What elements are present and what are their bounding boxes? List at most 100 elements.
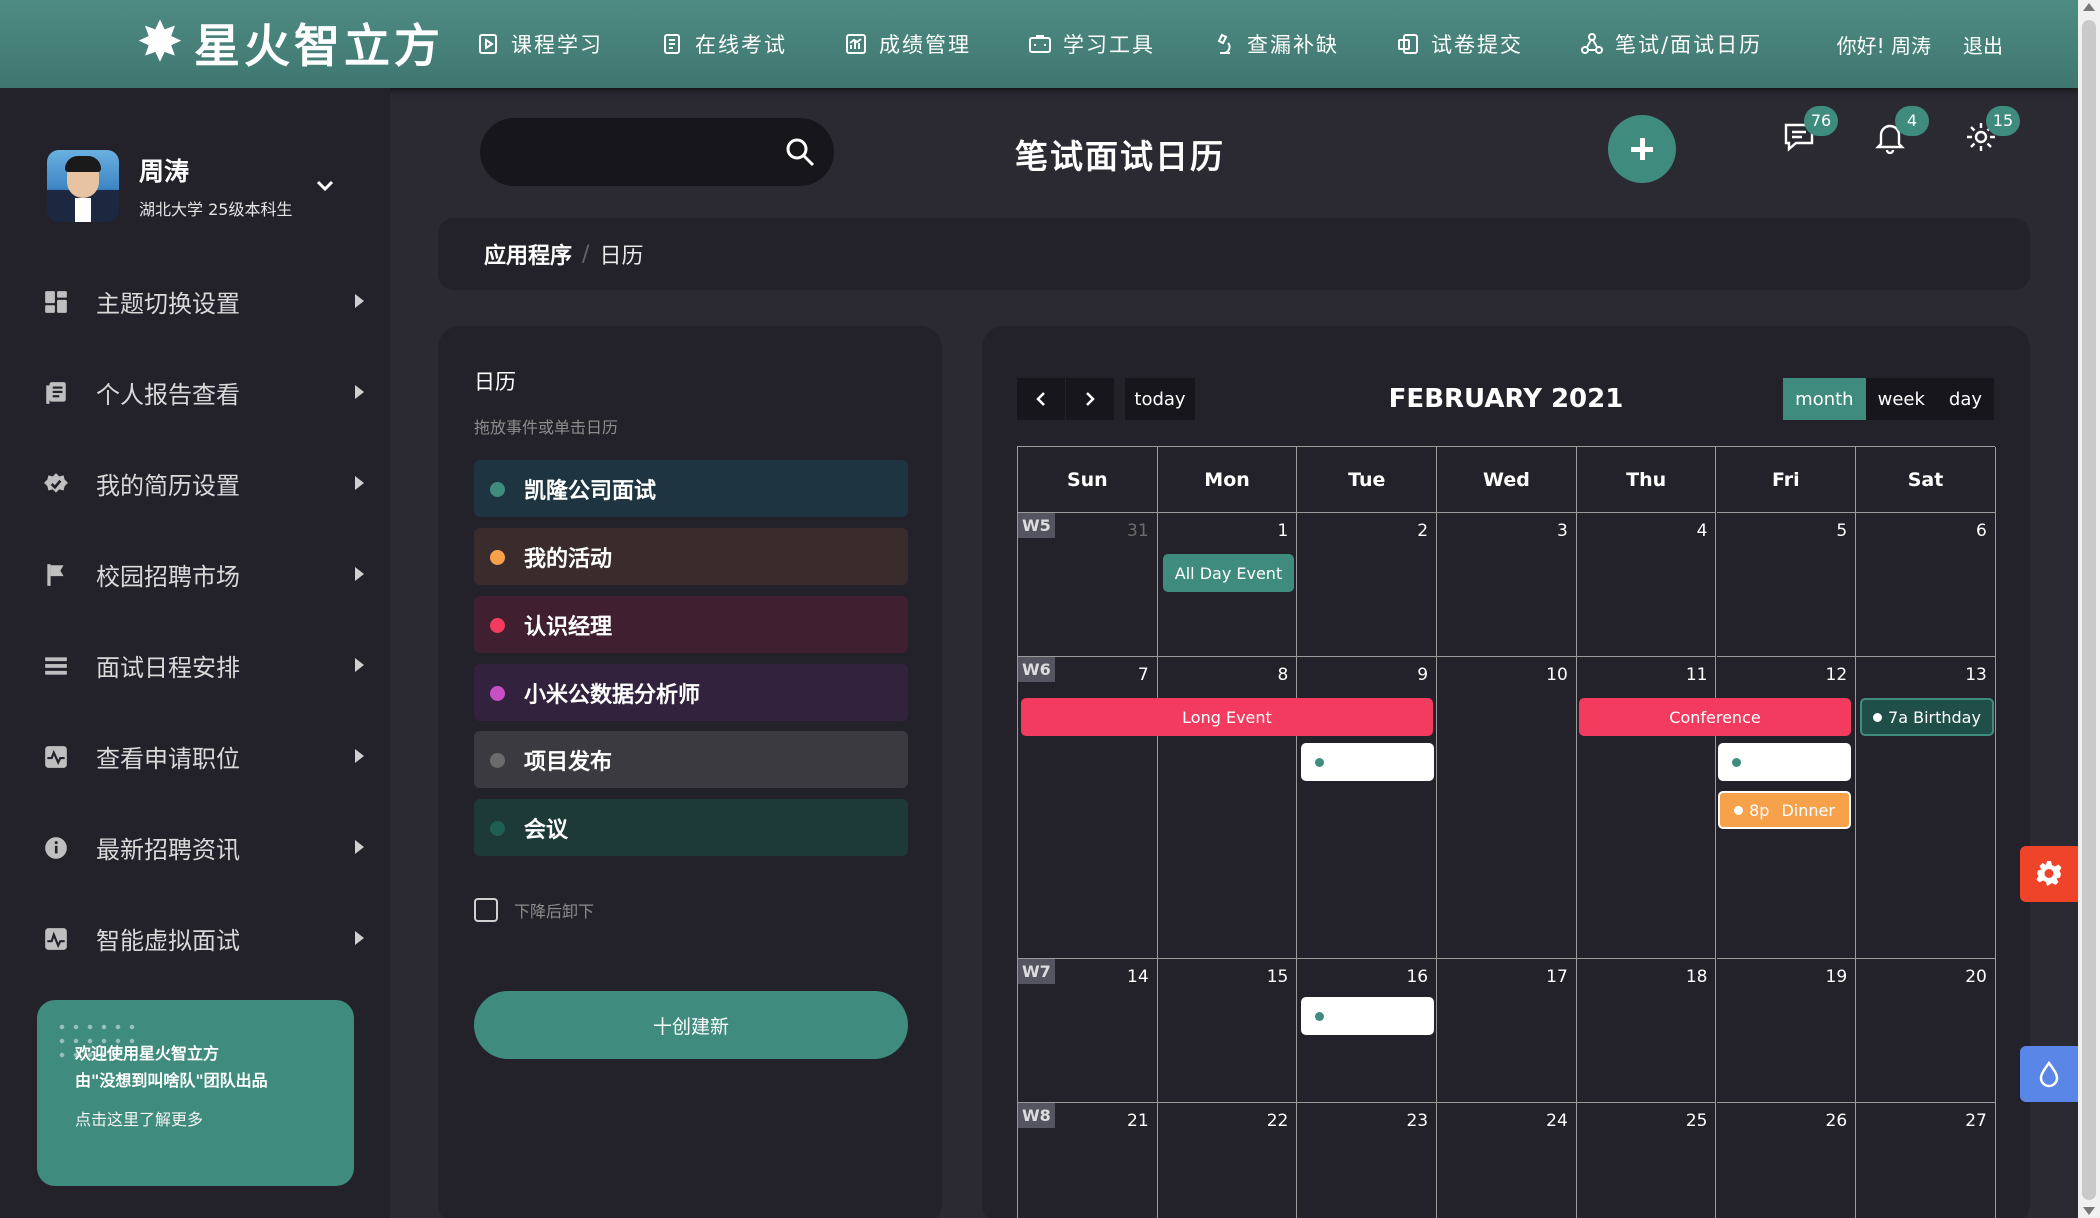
day-number[interactable]: 27 [1965,1111,1987,1131]
day-number[interactable]: 26 [1826,1111,1848,1131]
day-number[interactable]: 10 [1546,665,1568,685]
day-cell[interactable]: 17 [1437,959,1577,1103]
color-theme-button[interactable] [2020,1046,2078,1102]
day-number[interactable]: 6 [1976,521,1987,541]
day-number[interactable]: 24 [1546,1111,1568,1131]
nav-item-calendar[interactable]: 笔试/面试日历 [1579,29,1762,59]
nav-item-grades[interactable]: 成绩管理 [843,29,971,59]
logo[interactable]: ✸ 星火智立方 [132,10,444,76]
day-number[interactable]: 15 [1267,967,1289,987]
messages-button[interactable]: 76 [1782,106,1838,160]
event-conference[interactable]: Conference [1579,698,1851,736]
user-profile[interactable]: 周涛 湖北大学 25级本科生 [47,150,334,222]
settings-button[interactable]: 15 [1964,106,2020,160]
draggable-event[interactable]: 会议 [474,799,908,856]
day-cell[interactable]: 5 [1716,513,1857,657]
sidebar-item-theme[interactable]: 主题切换设置 [0,256,390,347]
day-cell[interactable]: 6 [1856,513,1996,657]
day-cell[interactable]: 20 [1856,959,1996,1103]
draggable-event[interactable]: 小米公数据分析师 [474,664,908,721]
create-new-button[interactable]: 十创建新 [474,991,908,1059]
sidebar-item-report[interactable]: 个人报告查看 [0,347,390,438]
promo-link[interactable]: 点击这里了解更多 [75,1106,354,1130]
day-number[interactable]: 13 [1965,665,1987,685]
sidebar-item-applications[interactable]: 查看申请职位 [0,711,390,802]
day-number[interactable]: 18 [1686,967,1708,987]
sidebar-item-schedule[interactable]: 面试日程安排 [0,620,390,711]
day-number[interactable]: 8 [1278,665,1289,685]
sidebar-item-market[interactable]: 校园招聘市场 [0,529,390,620]
event-long[interactable]: Long Event [1021,698,1433,736]
day-cell[interactable]: 2 [1297,513,1438,657]
day-number[interactable]: 3 [1557,521,1568,541]
day-cell[interactable]: W8 21 [1018,1103,1158,1218]
draggable-event[interactable]: 认识经理 [474,596,908,653]
notifications-button[interactable]: 4 [1873,106,1929,160]
day-cell[interactable]: 27 [1856,1103,1996,1218]
day-number[interactable]: 1 [1278,521,1289,541]
day-cell[interactable]: 26 [1717,1103,1857,1218]
breadcrumb-root[interactable]: 应用程序 [484,238,572,270]
day-number[interactable]: 19 [1826,967,1848,987]
day-number[interactable]: 4 [1697,521,1708,541]
day-cell[interactable]: 23 [1297,1103,1438,1218]
day-cell[interactable]: W7 14 [1018,959,1158,1103]
day-cell[interactable]: 18 [1576,959,1717,1103]
day-number[interactable]: 12 [1826,665,1848,685]
event-dinner[interactable]: 8p Dinner [1718,791,1851,829]
view-week-button[interactable]: week [1865,378,1937,420]
scroll-down-arrow[interactable] [2083,1207,2095,1215]
promo-card[interactable]: 欢迎使用星火智立方 由"没想到叫啥队"团队出品 点击这里了解更多 [37,1000,354,1186]
nav-item-review[interactable]: 查漏补缺 [1211,29,1339,59]
draggable-event[interactable]: 凯隆公司面试 [474,460,908,517]
logout-link[interactable]: 退出 [1963,30,2003,59]
day-number[interactable]: 21 [1127,1111,1149,1131]
search-input[interactable] [480,118,834,186]
event-untitled-16[interactable] [1301,997,1434,1035]
day-cell[interactable]: 4 [1576,513,1717,657]
theme-settings-button[interactable] [2020,846,2078,902]
day-number[interactable]: 2 [1417,521,1428,541]
day-number[interactable]: 14 [1127,967,1149,987]
day-cell[interactable]: 24 [1437,1103,1577,1218]
nav-item-exam[interactable]: 在线考试 [659,29,787,59]
day-number[interactable]: 25 [1686,1111,1708,1131]
sidebar-item-virtual-interview[interactable]: 智能虚拟面试 [0,893,390,984]
day-cell[interactable]: 22 [1158,1103,1298,1218]
day-number[interactable]: 11 [1686,665,1708,685]
day-cell[interactable]: 19 [1716,959,1857,1103]
day-cell[interactable]: 25 [1577,1103,1717,1218]
search-icon[interactable] [784,136,816,168]
day-cell[interactable]: 10 [1437,657,1577,959]
nav-item-submit[interactable]: 试卷提交 [1395,29,1523,59]
day-number[interactable]: 16 [1406,967,1428,987]
sidebar-item-resume[interactable]: 我的简历设置 [0,438,390,529]
event-all-day[interactable]: All Day Event [1163,554,1294,592]
day-number[interactable]: 7 [1138,665,1149,685]
draggable-event[interactable]: 我的活动 [474,528,908,585]
day-number[interactable]: 5 [1836,521,1847,541]
chevron-down-icon[interactable] [315,176,335,196]
sidebar-item-news[interactable]: 最新招聘资讯 [0,802,390,893]
day-cell[interactable]: 15 [1157,959,1298,1103]
event-untitled-fri[interactable] [1718,743,1851,781]
view-month-button[interactable]: month [1783,378,1866,420]
day-cell[interactable]: 3 [1437,513,1577,657]
scroll-up-arrow[interactable] [2083,3,2095,11]
draggable-event[interactable]: 项目发布 [474,731,908,788]
day-number[interactable]: 9 [1417,665,1428,685]
day-number[interactable]: 17 [1546,967,1568,987]
day-number[interactable]: 23 [1406,1111,1428,1131]
day-cell[interactable]: W5 31 [1018,513,1158,657]
event-untitled-tue[interactable] [1301,743,1434,781]
day-number[interactable]: 22 [1267,1111,1289,1131]
view-day-button[interactable]: day [1936,378,1994,420]
vertical-scrollbar[interactable] [2078,0,2100,1218]
checkbox[interactable] [474,898,498,922]
day-number[interactable]: 31 [1127,521,1149,541]
scroll-thumb[interactable] [2082,20,2096,1200]
drop-remove-checkbox[interactable]: 下降后卸下 [474,898,594,922]
add-button[interactable] [1608,115,1676,183]
event-birthday[interactable]: 7a Birthday [1860,698,1994,736]
day-number[interactable]: 20 [1965,967,1987,987]
